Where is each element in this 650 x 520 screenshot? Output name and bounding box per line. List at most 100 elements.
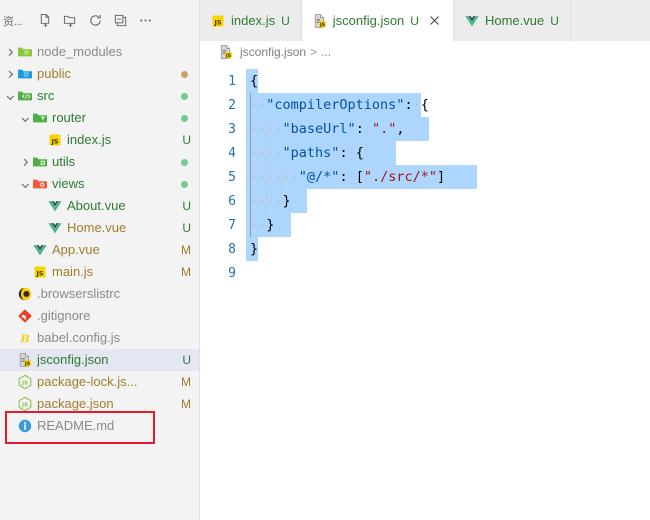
git-status-letter: U [182,199,191,213]
code-line[interactable]: 7 ··} [200,213,650,237]
code-token: : [339,169,348,185]
code-token: ·· [266,193,283,209]
more-actions-icon[interactable] [134,10,158,32]
code-token: ·· [266,169,283,185]
code-line-text[interactable]: } [246,237,258,261]
editor-tab-index-js[interactable]: JS index.js U [200,0,302,41]
tree-item-label: main.js [52,264,94,279]
tree-item-utils[interactable]: utils [0,151,199,173]
tree-item-router[interactable]: router [0,107,199,129]
folder-green-icon [16,41,34,63]
code-token: ] [437,169,446,185]
explorer-title: 资... [3,15,22,28]
editor-tabbar[interactable]: JS index.js U JS jsconfig.json U Home.vue U [200,0,650,41]
code-line-text[interactable]: ····"baseUrl":·".", [246,117,429,141]
code-token: { [355,145,364,161]
tree-item-label: .gitignore [37,308,91,323]
file-tree[interactable]: node_modules public src router JS index.js Uut… [0,41,199,520]
code-line-text[interactable]: ··"compilerOptions":·{ [246,93,429,117]
tree-item-package-json[interactable]: JS package.json M [0,393,199,415]
code-line[interactable]: 9 [200,261,650,285]
tree-item-src[interactable]: src [0,85,199,107]
chevron-down-icon[interactable] [19,107,31,129]
tree-item-views[interactable]: views [0,173,199,195]
tree-item-browserslistrc[interactable]: .browserslistrc [0,283,199,305]
git-status-dot [181,159,188,166]
tree-item-app-vue[interactable]: App.vue M [0,239,199,261]
vue-icon [464,13,480,29]
code-line-text[interactable]: { [246,69,258,93]
npm-icon: JS [16,393,34,415]
tree-item-gitignore[interactable]: .gitignore [0,305,199,327]
code-line[interactable]: 2 ··"compilerOptions":·{ [200,93,650,117]
editor-area: JS index.js U JS jsconfig.json U Home.vue U JS … [200,0,650,520]
tree-item-babel-config-js[interactable]: Bbabel.config.js [0,327,199,349]
indent-guide [266,165,268,189]
tree-item-public[interactable]: public [0,63,199,85]
code-line-text[interactable]: ······"@/*":·["./src/*"] [246,165,478,189]
chevron-right-icon[interactable] [19,151,31,173]
code-line[interactable]: 8} [200,237,650,261]
tree-item-readme-md[interactable]: README.md [0,415,199,437]
code-token: : [339,145,348,161]
vue-icon [46,195,64,217]
breadcrumb-file-label[interactable]: jsconfig.json [240,45,306,59]
editor-tab-jsconfig-json[interactable]: JS jsconfig.json U [301,0,454,41]
jsconfig-icon: JS [16,349,34,371]
refresh-icon[interactable] [84,10,108,32]
tree-item-package-lock-js[interactable]: JS package-lock.js... M [0,371,199,393]
vue-icon [46,217,64,239]
js-icon: JS [210,13,226,29]
indent-guide [250,213,251,237]
twisty-spacer [34,195,46,217]
breadcrumb[interactable]: JS jsconfig.json > ... [200,41,650,63]
close-icon[interactable] [427,13,442,28]
code-line-text[interactable]: ··} [246,213,291,237]
svg-text:JS: JS [24,361,30,367]
new-file-icon[interactable] [34,10,58,32]
code-token: ·· [250,121,267,137]
git-status-letter: M [181,375,191,389]
code-line[interactable]: 1{ [200,69,650,93]
twisty-spacer [4,371,16,393]
chevron-down-icon[interactable] [4,85,16,107]
code-line[interactable]: 3 ····"baseUrl":·".", [200,117,650,141]
code-token: "paths" [282,145,340,161]
svg-text:JS: JS [35,269,43,277]
twisty-spacer [34,129,46,151]
code-editor[interactable]: 1{2 ··"compilerOptions":·{3 ····"baseUrl":… [200,63,650,520]
tree-item-node-modules[interactable]: node_modules [0,41,199,63]
tree-item-home-vue[interactable]: Home.vue U [0,217,199,239]
code-line[interactable]: 5 ······"@/*":·["./src/*"] [200,165,650,189]
npm-icon: JS [16,371,34,393]
indent-guide [250,141,251,165]
svg-text:B: B [19,332,29,345]
chevron-down-icon[interactable] [19,173,31,195]
code-token: : [355,121,364,137]
new-folder-icon[interactable] [59,10,83,32]
indent-guide [250,93,251,117]
git-status-dot [181,71,188,78]
twisty-spacer [4,327,16,349]
code-line[interactable]: 4 ····"paths":·{ [200,141,650,165]
code-line[interactable]: 6 ····} [200,189,650,213]
code-line-text[interactable]: ····} [246,189,307,213]
tree-item-index-js[interactable]: JS index.js U [0,129,199,151]
code-token: "." [371,121,397,137]
code-token: "baseUrl" [282,121,356,137]
code-line-text[interactable] [246,261,250,285]
tree-item-main-js[interactable]: JS main.js M [0,261,199,283]
twisty-spacer [4,349,16,371]
collapse-all-icon[interactable] [109,10,133,32]
line-number: 2 [228,97,236,113]
chevron-right-icon[interactable] [4,41,16,63]
editor-tab-home-vue[interactable]: Home.vue U [453,0,571,41]
code-line-text[interactable]: ····"paths":·{ [246,141,397,165]
tree-item-label: router [52,110,86,125]
vue-icon [31,239,49,261]
chevron-right-icon[interactable] [4,63,16,85]
tree-item-about-vue[interactable]: About.vue U [0,195,199,217]
breadcrumb-file-icon: JS [218,41,234,63]
breadcrumb-overflow[interactable]: ... [321,45,331,59]
tree-item-jsconfig-json[interactable]: JS jsconfig.json U [0,349,199,371]
